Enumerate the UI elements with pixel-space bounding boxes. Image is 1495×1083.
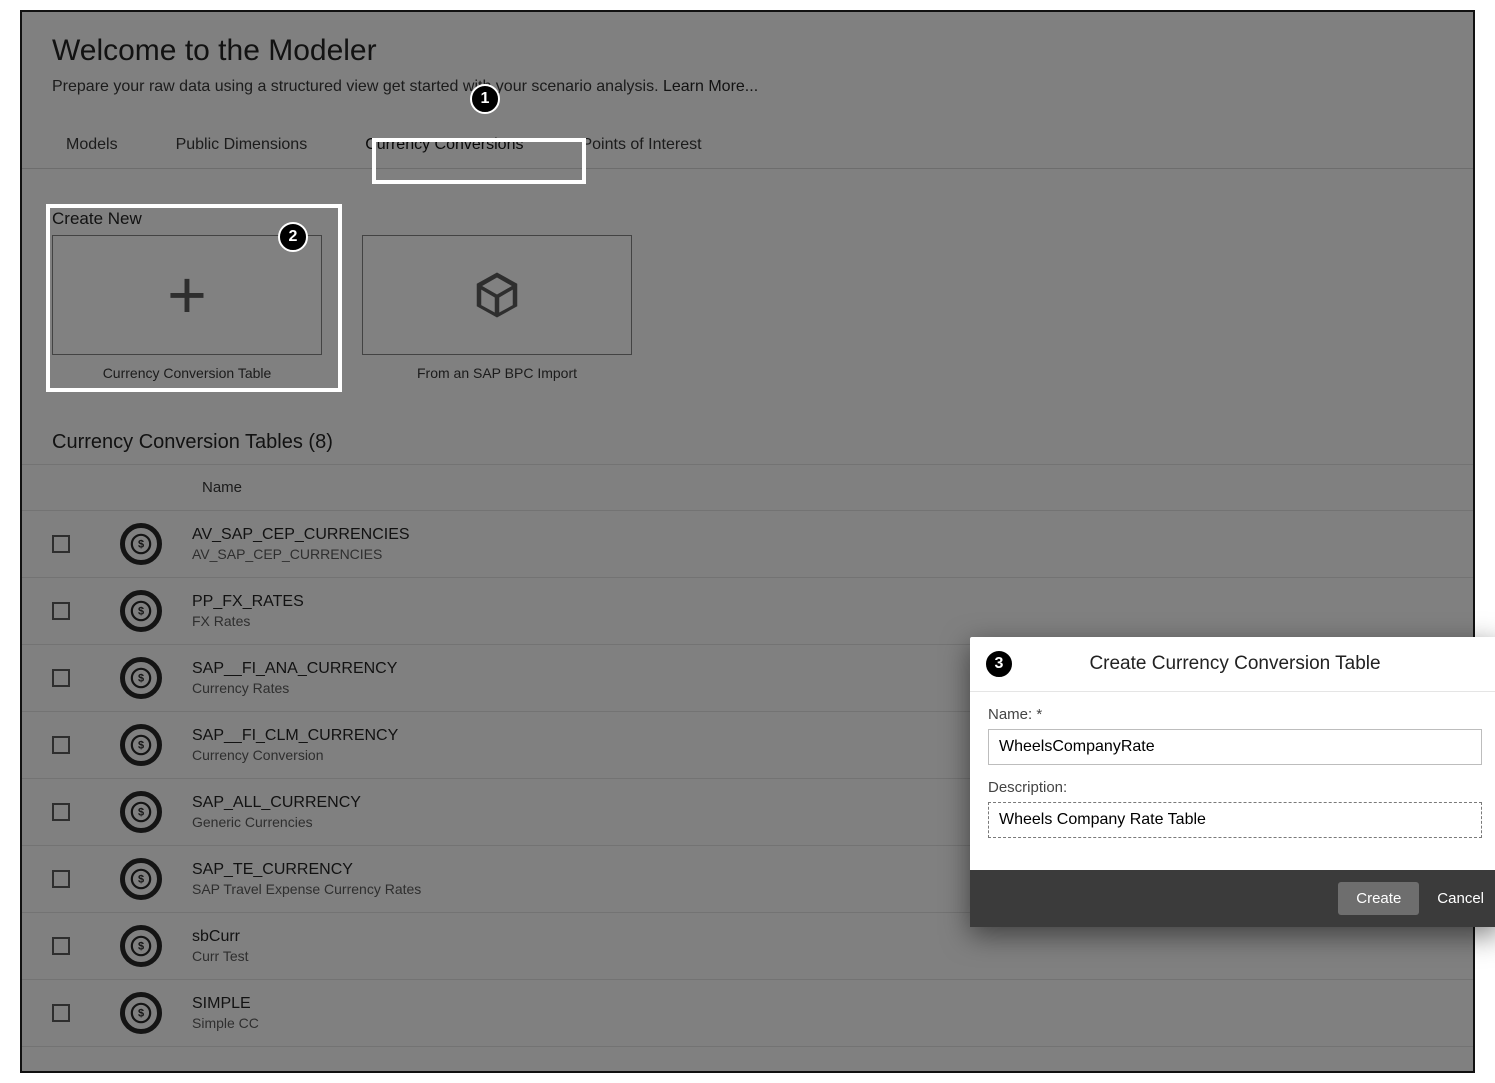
column-header-name: Name: [22, 464, 1473, 511]
svg-text:$: $: [138, 807, 144, 819]
table-row[interactable]: $ PP_FX_RATES FX Rates: [22, 578, 1473, 645]
svg-text:$: $: [138, 874, 144, 886]
row-checkbox[interactable]: [52, 937, 70, 955]
subtitle-post: get started with your scenario analysis.: [383, 78, 663, 95]
section-title: Currency Conversion Tables (8): [22, 381, 1473, 464]
tab-points-of-interest[interactable]: Points of Interest: [567, 126, 715, 168]
svg-text:$: $: [138, 740, 144, 752]
currency-icon: $: [120, 791, 162, 833]
svg-text:$: $: [138, 606, 144, 618]
create-new-heading: Create New: [52, 209, 322, 229]
tabs: Models Public Dimensions Currency Conver…: [22, 106, 1473, 169]
name-field-label: Name: *: [988, 706, 1482, 723]
svg-text:$: $: [138, 673, 144, 685]
page-subtitle: Prepare your raw data using a structured…: [52, 78, 1443, 96]
row-subtitle: Generic Currencies: [192, 814, 361, 830]
create-card-caption: Currency Conversion Table: [52, 365, 322, 381]
row-title: SAP__FI_ANA_CURRENCY: [192, 660, 397, 678]
plus-icon: +: [167, 261, 207, 329]
row-title: sbCurr: [192, 928, 249, 946]
create-card-new-table: Create New + Currency Conversion Table: [52, 209, 322, 381]
row-title: SIMPLE: [192, 995, 259, 1013]
currency-icon: $: [120, 992, 162, 1034]
dialog-title: Create Currency Conversion Table: [970, 637, 1495, 692]
bpc-card-caption: From an SAP BPC Import: [362, 365, 632, 381]
table-row[interactable]: $ SIMPLE Simple CC: [22, 980, 1473, 1047]
create-currency-conversion-dialog: Create Currency Conversion Table Name: *…: [970, 637, 1495, 927]
create-card-bpc-import: From an SAP BPC Import: [362, 209, 632, 381]
row-title: SAP_TE_CURRENCY: [192, 861, 421, 879]
svg-text:$: $: [138, 1008, 144, 1020]
learn-more-link[interactable]: Learn More...: [663, 78, 758, 95]
currency-icon: $: [120, 590, 162, 632]
row-title: PP_FX_RATES: [192, 593, 304, 611]
row-subtitle: Curr Test: [192, 948, 249, 964]
row-subtitle: Currency Conversion: [192, 747, 398, 763]
table-row[interactable]: $ AV_SAP_CEP_CURRENCIES AV_SAP_CEP_CURRENC…: [22, 511, 1473, 578]
create-from-bpc-button[interactable]: [362, 235, 632, 355]
row-title: SAP__FI_CLM_CURRENCY: [192, 727, 398, 745]
row-title: AV_SAP_CEP_CURRENCIES: [192, 526, 410, 544]
row-subtitle: Simple CC: [192, 1015, 259, 1031]
subtitle-pre: Prepare your raw data using a structured…: [52, 78, 378, 95]
row-subtitle: Currency Rates: [192, 680, 397, 696]
row-title: SAP_ALL_CURRENCY: [192, 794, 361, 812]
row-checkbox[interactable]: [52, 803, 70, 821]
tab-public-dimensions[interactable]: Public Dimensions: [162, 126, 322, 168]
create-button[interactable]: Create: [1338, 882, 1419, 915]
row-checkbox[interactable]: [52, 870, 70, 888]
row-subtitle: SAP Travel Expense Currency Rates: [192, 881, 421, 897]
currency-icon: $: [120, 657, 162, 699]
currency-icon: $: [120, 925, 162, 967]
row-subtitle: AV_SAP_CEP_CURRENCIES: [192, 546, 410, 562]
row-checkbox[interactable]: [52, 1004, 70, 1022]
tab-currency-conversions[interactable]: Currency Conversions: [351, 126, 537, 168]
svg-text:$: $: [138, 539, 144, 551]
row-checkbox[interactable]: [52, 535, 70, 553]
tab-models[interactable]: Models: [52, 126, 132, 168]
description-field[interactable]: [988, 802, 1482, 838]
row-checkbox[interactable]: [52, 602, 70, 620]
currency-icon: $: [120, 523, 162, 565]
cube-icon: [470, 268, 524, 322]
row-checkbox[interactable]: [52, 669, 70, 687]
currency-icon: $: [120, 858, 162, 900]
create-currency-table-button[interactable]: +: [52, 235, 322, 355]
page-title: Welcome to the Modeler: [52, 34, 1443, 68]
name-field[interactable]: [988, 729, 1482, 765]
svg-text:$: $: [138, 941, 144, 953]
row-checkbox[interactable]: [52, 736, 70, 754]
row-subtitle: FX Rates: [192, 613, 304, 629]
currency-icon: $: [120, 724, 162, 766]
cancel-button[interactable]: Cancel: [1437, 890, 1484, 907]
description-field-label: Description:: [988, 779, 1482, 796]
